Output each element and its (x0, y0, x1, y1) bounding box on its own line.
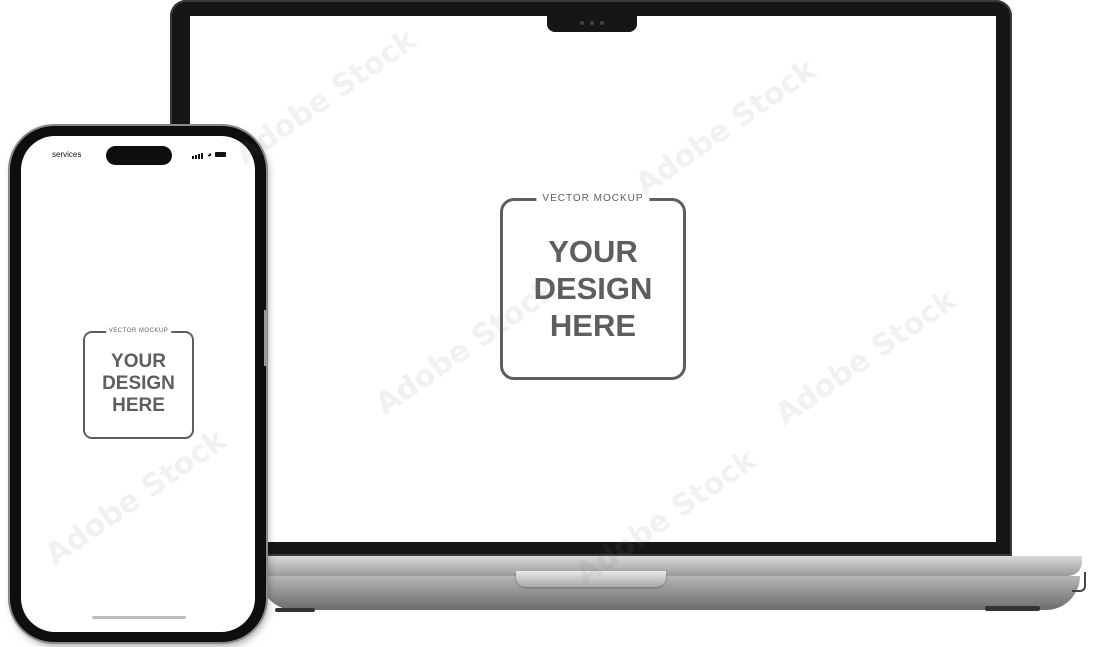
laptop-trackpad-notch (516, 571, 666, 587)
phone-home-indicator (92, 616, 186, 619)
status-bar-carrier: services (52, 150, 82, 159)
phone-dynamic-island (106, 146, 172, 165)
phone-mockup-frame: VECTOR MOCKUP YOUR DESIGN HERE (83, 328, 194, 439)
laptop-mockup-frame: VECTOR MOCKUP YOUR DESIGN HERE (500, 193, 686, 380)
camera-dot-icon (590, 21, 594, 25)
signal-icon (192, 150, 204, 159)
mockup-text-line: YOUR (548, 234, 638, 269)
mockup-text-line: YOUR (111, 351, 166, 372)
camera-dot-icon (600, 21, 604, 25)
laptop-base-bottom (260, 576, 1080, 610)
mockup-label: VECTOR MOCKUP (536, 193, 650, 204)
mockup-text-line: DESIGN (102, 373, 175, 394)
laptop-camera-notch (547, 14, 637, 32)
laptop-foot (985, 606, 1040, 611)
wifi-icon: ◕ (207, 150, 212, 159)
mockup-label: VECTOR MOCKUP (105, 328, 172, 334)
status-bar-icons: ◕ (192, 150, 226, 159)
laptop-foot (275, 608, 315, 612)
mockup-text-line: DESIGN (533, 271, 653, 306)
mockup-text-line: HERE (112, 395, 165, 416)
mockup-text-line: HERE (549, 308, 637, 343)
camera-dot-icon (580, 21, 584, 25)
phone-side-button (264, 310, 267, 366)
laptop-corner-edge (1072, 572, 1086, 592)
battery-icon (214, 152, 226, 158)
